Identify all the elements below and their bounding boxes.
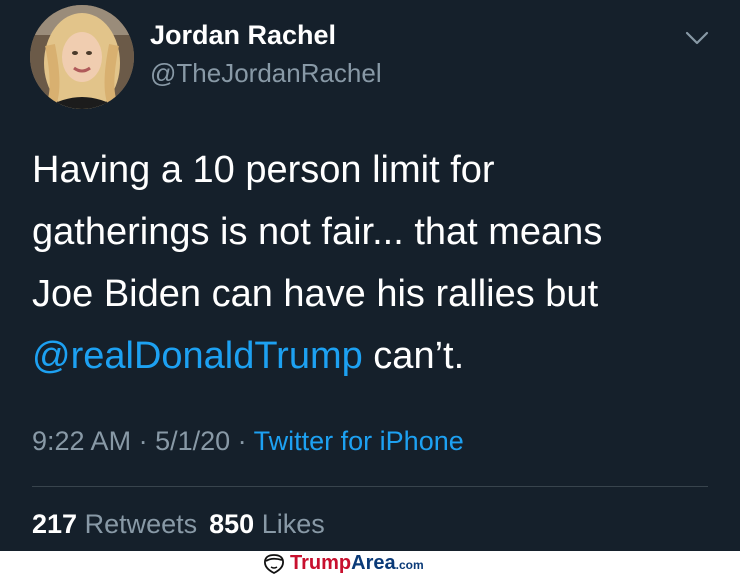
tweet-text: Having a 10 person limit for gatherings … (32, 139, 712, 387)
tweet-date[interactable]: 5/1/20 (155, 426, 230, 456)
retweets-count: 217 (32, 509, 78, 539)
meta-separator: · (131, 426, 156, 456)
tweet-text-line: @realDonaldTrump can’t. (32, 325, 712, 387)
meta-separator: · (230, 426, 254, 456)
tweet-text-tail: can’t. (362, 335, 465, 377)
trump-hair-logo-icon (262, 553, 286, 575)
mention-link[interactable]: @realDonaldTrump (32, 335, 363, 377)
tweet-metadata: 9:22 AM · 5/1/20 · Twitter for iPhone (32, 426, 464, 457)
retweets-label: Retweets (77, 509, 198, 539)
tweet-card: Jordan Rachel @TheJordanRachel Having a … (0, 0, 740, 551)
likes-stat[interactable]: 850 Likes (209, 509, 325, 539)
tweet-time[interactable]: 9:22 AM (32, 426, 131, 456)
watermark-part-com: .com (395, 558, 424, 572)
avatar[interactable] (30, 5, 134, 109)
display-name[interactable]: Jordan Rachel (150, 20, 336, 51)
tweet-text-line: Having a 10 person limit for (32, 149, 495, 191)
engagement-stats: 217 Retweets 850 Likes (32, 509, 325, 540)
watermark-part-trump: Trump (290, 552, 352, 574)
watermark-text: TrumpArea.com (290, 552, 424, 575)
avatar-photo-icon (30, 5, 134, 109)
likes-label: Likes (254, 509, 325, 539)
likes-count: 850 (209, 509, 255, 539)
tweet-text-line: gatherings is not fair... that means (32, 211, 603, 253)
chevron-down-icon (685, 31, 709, 45)
watermark-part-area: Area (351, 552, 396, 574)
user-handle[interactable]: @TheJordanRachel (150, 58, 382, 89)
retweets-stat[interactable]: 217 Retweets (32, 509, 197, 539)
tweet-text-line: Joe Biden can have his rallies but (32, 273, 599, 315)
tweet-source-link[interactable]: Twitter for iPhone (254, 426, 464, 456)
divider (32, 486, 708, 487)
watermark: TrumpArea.com (262, 552, 424, 576)
watermark-bar: TrumpArea.com (0, 551, 740, 576)
tweet-menu-button[interactable] (683, 28, 711, 48)
